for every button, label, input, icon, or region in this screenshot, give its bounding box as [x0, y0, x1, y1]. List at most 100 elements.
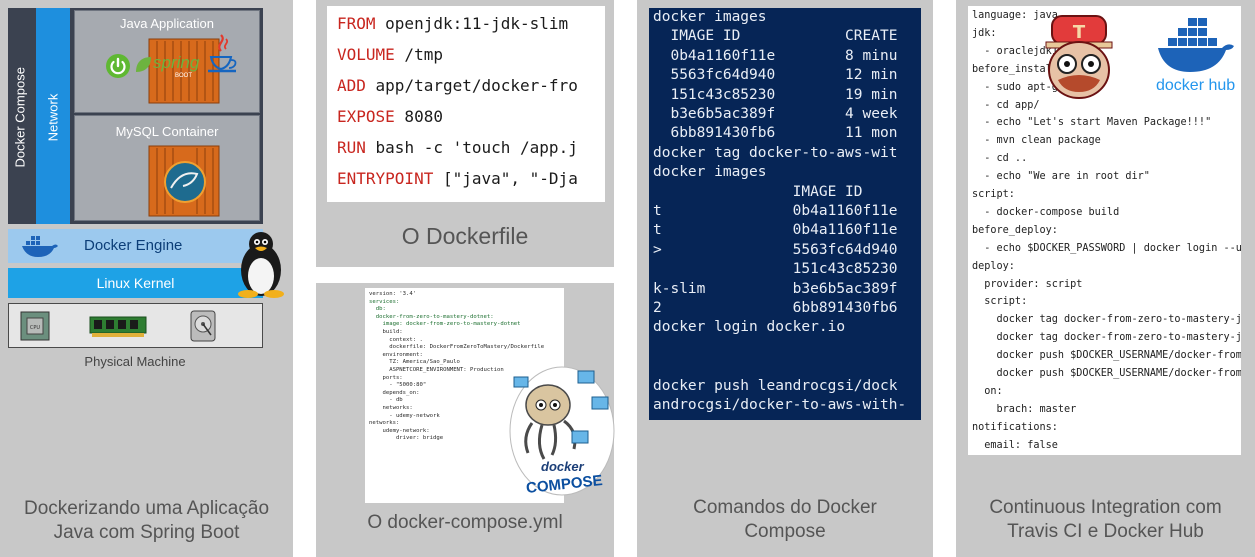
yaml-line: db:	[369, 306, 386, 313]
yaml-line: image: docker-from-zero-to-mastery-dotne…	[369, 321, 521, 328]
code-line: ENTRYPOINT ["java", "-Dja	[337, 169, 578, 188]
caption-line: Java com Spring Boot	[53, 522, 240, 543]
caption-line: Continuous Integration com	[989, 497, 1222, 518]
code-line: androcgsi/docker-to-aws-with-	[653, 397, 907, 413]
code-line: docker tag docker-from-zero-to-mastery-j…	[972, 332, 1241, 344]
panel-1-caption: Dockerizando uma Aplicação Java com Spri…	[0, 497, 293, 545]
panel-4-caption: Comandos do Docker Compose	[637, 496, 933, 544]
docker-engine-bar: Docker Engine	[8, 229, 263, 263]
code-line: k-slim b3e6b5ac389f	[653, 280, 898, 297]
physical-machine-box: CPU	[8, 303, 263, 348]
java-cup-icon	[208, 34, 237, 73]
code-line: 151c43c85230	[653, 261, 898, 278]
code-line: docker push leandrocgsi/dock	[653, 377, 898, 394]
panel-docker-compose-yml[interactable]: version: '3.4' services: db: docker-from-…	[316, 283, 615, 557]
code-line: 5563fc64d940 12 min	[653, 67, 898, 84]
code-line: - cd app/	[972, 99, 1040, 111]
physical-machine-label: Physical Machine	[84, 354, 186, 369]
code-line: 0b4a1160f11e 8 minu	[653, 47, 898, 64]
code-line: script:	[972, 189, 1015, 200]
caption-line: Comandos do Docker	[693, 497, 877, 518]
code-line: docker tag docker-to-aws-wit	[653, 144, 898, 161]
code-line: t 0b4a1160f11e	[653, 203, 898, 219]
boot-label: BOOT	[175, 73, 193, 79]
code-line: IMAGE ID	[653, 183, 863, 200]
docker-whale-icon	[22, 236, 58, 257]
code-line: jdk:	[972, 27, 997, 39]
powershell-terminal: docker images IMAGE ID CREATE 0b4a1160f1…	[649, 8, 921, 420]
panel-dockerfile[interactable]: FROM openjdk:11-jdk-slim VOLUME /tmp ADD…	[316, 0, 614, 267]
panel-docker-compose-commands[interactable]: docker images IMAGE ID CREATE 0b4a1160f1…	[637, 0, 933, 557]
code-line: docker login docker.io	[653, 319, 846, 336]
caption-line: Compose	[744, 521, 826, 542]
code-line: - cd ..	[972, 153, 1028, 165]
yaml-line: services:	[369, 298, 400, 305]
code-line: ADD app/target/docker-fro	[337, 76, 578, 95]
panel-2-caption: O Dockerfile	[401, 223, 529, 249]
code-line: t 0b4a1160f11e	[653, 222, 898, 239]
code-line: docker push $DOCKER_USERNAME/docker-from…	[972, 368, 1241, 379]
docker-compose-label: Docker Compose	[12, 67, 28, 168]
svg-text:CPU: CPU	[30, 325, 41, 331]
code-line: deploy:	[972, 260, 1015, 272]
panel-3-caption: O docker-compose.yml	[367, 512, 563, 533]
code-line: docker push $DOCKER_USERNAME/docker-from…	[972, 350, 1241, 362]
panel-docker-spring-boot[interactable]: Docker Compose Network Java Application …	[0, 0, 293, 557]
code-line: docker tag docker-from-zero-to-mastery-j…	[972, 314, 1241, 326]
code-line: 151c43c85230 19 min	[653, 86, 898, 103]
code-line: b3e6b5ac389f 4 week	[653, 106, 898, 122]
java-application-box: Java Application spring BOOT	[74, 10, 260, 113]
code-line: - docker-compose build	[972, 206, 1120, 218]
code-line: 2 6bb891430fb6	[653, 300, 898, 316]
yaml-line: context: .	[369, 336, 423, 343]
code-line: > 5563fc64d940	[653, 241, 898, 258]
caption-line: Travis CI e Docker Hub	[1007, 521, 1204, 542]
travis-mascot-icon: T	[1045, 15, 1113, 99]
caption-line: Dockerizando uma Aplicação	[23, 498, 270, 519]
code-line: provider: script	[972, 278, 1083, 290]
panel-travis-ci[interactable]: language: java jdk: - oraclejdk11 before_i…	[956, 0, 1255, 557]
code-line: script:	[972, 296, 1028, 308]
code-line: before_deploy:	[972, 224, 1058, 236]
code-line: 6bb891430fb6 11 mon	[653, 125, 898, 142]
spring-power-icon	[106, 54, 130, 78]
docker-hub-whale-icon	[1158, 18, 1234, 72]
docker-engine-label: Docker Engine	[84, 237, 183, 254]
code-line: notifications:	[972, 421, 1058, 433]
code-line: VOLUME /tmp	[337, 45, 443, 64]
cpu-icon: CPU	[20, 311, 50, 341]
tux-penguin-icon	[238, 232, 284, 298]
mysql-container-label: MySQL Container	[115, 124, 219, 139]
yaml-line: docker-from-zero-to-mastery-dotnet:	[369, 313, 494, 320]
code-line: EXPOSE 8080	[337, 107, 443, 126]
spring-leaf-icon	[136, 57, 151, 72]
mysql-container-icon	[148, 145, 220, 217]
docker-logo-text: docker	[541, 459, 584, 474]
yaml-line: build:	[369, 328, 403, 335]
svg-text:T: T	[1073, 22, 1086, 43]
dockerfile-code: FROM openjdk:11-jdk-slim VOLUME /tmp ADD…	[327, 6, 605, 202]
code-line: docker images	[653, 9, 767, 25]
code-line: - echo "Let's start Maven Package!!!"	[972, 117, 1212, 129]
linux-kernel-bar: Linux Kernel	[8, 268, 263, 298]
code-line: - echo "We are in root dir"	[972, 171, 1150, 183]
panel-5-caption: Continuous Integration com Travis CI e D…	[956, 496, 1255, 544]
mysql-container-box: MySQL Container	[74, 115, 260, 221]
code-line: docker images	[653, 164, 767, 181]
docker-hub-label: docker hub	[1156, 77, 1236, 94]
ram-icon	[89, 316, 147, 337]
code-line: - mvn clean package	[972, 135, 1101, 147]
java-application-label: Java Application	[120, 16, 214, 31]
code-line: on:	[972, 385, 1003, 397]
code-line: - echo $DOCKER_PASSWORD | docker login -…	[972, 242, 1241, 254]
code-line: brach: master	[972, 403, 1077, 415]
code-line: RUN bash -c 'touch /app.j	[337, 138, 578, 157]
code-line: FROM openjdk:11-jdk-slim	[337, 14, 569, 33]
linux-kernel-label: Linux Kernel	[96, 275, 175, 291]
code-line: email: false	[972, 439, 1058, 451]
yaml-line: version: '3.4'	[369, 291, 417, 297]
yaml-line: dockerfile: DockerFromZeroToMastery/Dock…	[369, 344, 545, 351]
hard-disk-icon	[190, 310, 216, 342]
network-label: Network	[45, 93, 61, 142]
code-line: IMAGE ID CREATE	[653, 28, 898, 45]
